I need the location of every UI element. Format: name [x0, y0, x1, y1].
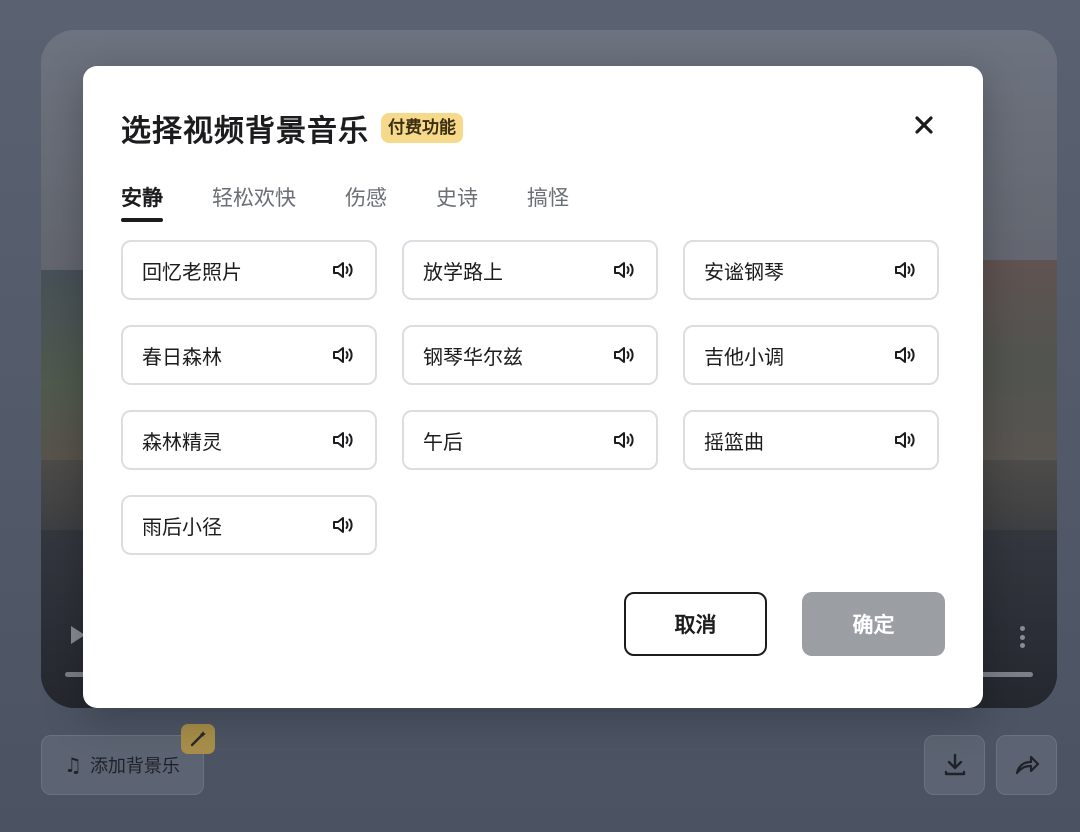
speaker-icon[interactable] — [331, 514, 357, 536]
music-note-icon: ♫ — [64, 753, 82, 777]
magic-wand-icon — [181, 724, 215, 754]
track-name: 安谧钢琴 — [704, 259, 784, 284]
speaker-icon[interactable] — [893, 429, 919, 451]
track-item[interactable]: 春日森林 — [121, 325, 377, 385]
tab-funny[interactable]: 搞怪 — [527, 182, 569, 222]
track-name: 春日森林 — [142, 344, 222, 369]
track-name: 午后 — [423, 429, 463, 454]
track-item[interactable]: 森林精灵 — [121, 410, 377, 470]
track-item[interactable]: 回忆老照片 — [121, 240, 377, 300]
track-item[interactable]: 摇篮曲 — [683, 410, 939, 470]
close-icon — [915, 116, 933, 134]
track-name: 钢琴华尔兹 — [423, 344, 523, 369]
track-name: 吉他小调 — [704, 344, 784, 369]
speaker-icon[interactable] — [331, 259, 357, 281]
cancel-button[interactable]: 取消 — [624, 592, 767, 656]
speaker-icon[interactable] — [612, 259, 638, 281]
speaker-icon[interactable] — [331, 429, 357, 451]
track-item[interactable]: 放学路上 — [402, 240, 658, 300]
bgm-select-dialog: 选择视频背景音乐 付费功能 安静 轻松欢快 伤感 史诗 搞怪 回忆老照片 放学路上… — [83, 66, 983, 708]
close-button[interactable] — [909, 110, 939, 140]
dialog-title: 选择视频背景音乐 — [121, 114, 369, 149]
add-bgm-label: 添加背景乐 — [89, 756, 180, 777]
speaker-icon[interactable] — [893, 259, 919, 281]
track-item[interactable]: 午后 — [402, 410, 658, 470]
track-grid: 回忆老照片 放学路上 安谧钢琴春日森林 钢琴华尔兹 吉他小调森林精灵 午后 摇篮曲雨后小径 — [121, 240, 939, 555]
mood-tabs: 安静 轻松欢快 伤感 史诗 搞怪 — [121, 182, 618, 222]
tab-relaxed[interactable]: 轻松欢快 — [212, 182, 296, 222]
download-icon — [944, 753, 965, 776]
track-name: 雨后小径 — [142, 514, 222, 539]
tab-quiet[interactable]: 安静 — [121, 182, 163, 222]
speaker-icon[interactable] — [612, 344, 638, 366]
download-button[interactable] — [924, 735, 985, 795]
track-name: 放学路上 — [423, 259, 503, 284]
speaker-icon[interactable] — [331, 344, 357, 366]
track-item[interactable]: 雨后小径 — [121, 495, 377, 555]
track-name: 森林精灵 — [142, 429, 222, 454]
track-name: 摇篮曲 — [704, 429, 764, 454]
tab-epic[interactable]: 史诗 — [436, 182, 478, 222]
confirm-button[interactable]: 确定 — [802, 592, 945, 656]
dialog-header: 选择视频背景音乐 付费功能 — [121, 106, 463, 150]
track-name: 回忆老照片 — [142, 259, 242, 284]
share-button[interactable] — [996, 735, 1057, 795]
add-bgm-button[interactable]: ♫ 添加背景乐 — [41, 735, 204, 795]
speaker-icon[interactable] — [893, 344, 919, 366]
paid-feature-badge: 付费功能 — [381, 113, 463, 143]
tab-sad[interactable]: 伤感 — [345, 182, 387, 222]
track-item[interactable]: 安谧钢琴 — [683, 240, 939, 300]
speaker-icon[interactable] — [612, 429, 638, 451]
track-item[interactable]: 吉他小调 — [683, 325, 939, 385]
track-item[interactable]: 钢琴华尔兹 — [402, 325, 658, 385]
share-icon — [1015, 755, 1039, 775]
page: ♫ 添加背景乐 选择视频背景音乐 付费功能 安静 轻松欢快 伤感 史诗 搞怪 回… — [0, 0, 1080, 832]
